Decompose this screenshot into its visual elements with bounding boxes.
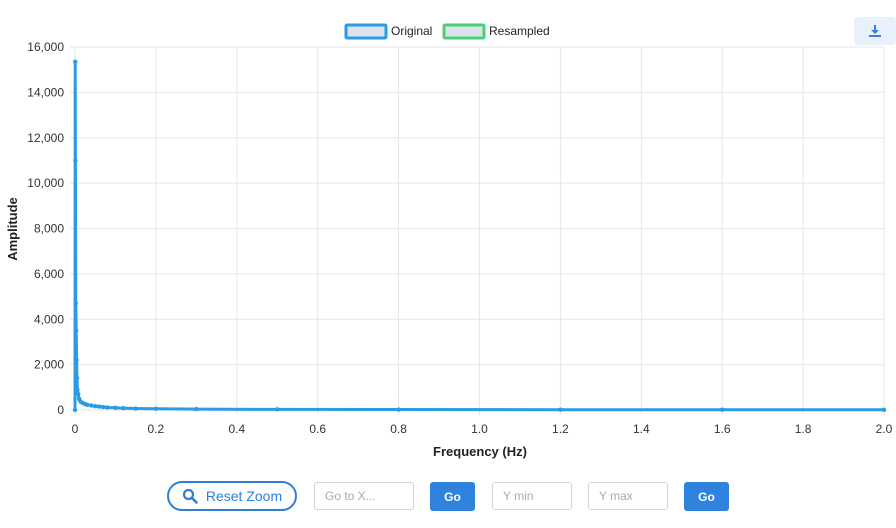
- go-x-button[interactable]: Go: [430, 482, 475, 511]
- y-axis-label: Amplitude: [5, 197, 20, 261]
- x-tick-label: 1.6: [714, 422, 731, 436]
- legend: Original Resampled: [344, 23, 550, 40]
- data-point: [720, 407, 725, 412]
- y-tick-label: 4,000: [34, 312, 64, 326]
- y-min-input[interactable]: [492, 482, 572, 510]
- data-point: [396, 407, 401, 412]
- data-point: [84, 402, 90, 407]
- data-point: [153, 406, 159, 411]
- legend-label-resampled: Resampled: [489, 24, 550, 38]
- data-point: [113, 405, 118, 411]
- y-tick-label: 10,000: [27, 176, 64, 190]
- y-tick-label: 8,000: [34, 222, 64, 236]
- search-icon: [182, 488, 198, 504]
- data-point: [76, 391, 81, 397]
- data-point: [72, 407, 78, 413]
- x-tick-label: 1.8: [795, 422, 812, 436]
- go-y-button[interactable]: Go: [684, 482, 729, 511]
- x-tick-label: 0.6: [309, 422, 326, 436]
- goto-x-input[interactable]: [314, 482, 414, 510]
- y-tick-label: 14,000: [27, 85, 64, 99]
- download-icon: [869, 25, 881, 37]
- x-tick-label: 0.2: [148, 422, 165, 436]
- go-x-label: Go: [444, 489, 461, 504]
- x-tick-label: 0: [72, 422, 79, 436]
- data-point: [97, 404, 102, 409]
- data-point: [73, 59, 78, 64]
- data-point: [194, 406, 199, 412]
- x-tick-label: 0.4: [228, 422, 245, 436]
- legend-label-original: Original: [391, 24, 432, 38]
- data-point: [121, 405, 126, 411]
- axis-ticks: 0 0.2 0.4 0.6 0.8 1.0 1.2 1.4 1.6 1.8 2.0 0 2,000 4,0…: [27, 40, 892, 436]
- x-tick-label: 2.0: [876, 422, 893, 436]
- chart-controls: Reset Zoom Go Go: [0, 480, 896, 514]
- data-point: [74, 376, 80, 381]
- data-point: [133, 406, 138, 411]
- data-point: [93, 403, 98, 409]
- x-tick-label: 0.8: [390, 422, 407, 436]
- download-button[interactable]: [854, 17, 896, 45]
- data-point: [74, 357, 79, 363]
- go-y-label: Go: [698, 489, 715, 504]
- legend-swatch-original: [344, 23, 388, 40]
- data-point: [558, 407, 563, 412]
- y-tick-label: 2,000: [34, 358, 64, 372]
- reset-zoom-label: Reset Zoom: [205, 488, 283, 504]
- legend-swatch-resampled: [442, 23, 486, 40]
- y-tick-label: 16,000: [27, 40, 64, 54]
- data-point: [88, 403, 94, 408]
- data-point: [74, 328, 79, 333]
- x-tick-label: 1.4: [633, 422, 650, 436]
- grid: [70, 46, 885, 415]
- data-point: [275, 407, 280, 412]
- data-point: [105, 405, 110, 410]
- y-tick-label: 12,000: [27, 131, 64, 145]
- y-max-input[interactable]: [588, 482, 668, 510]
- data-point: [101, 404, 106, 410]
- reset-zoom-button[interactable]: Reset Zoom: [167, 481, 297, 511]
- data-point: [73, 158, 78, 163]
- y-tick-label: 6,000: [34, 267, 64, 281]
- x-tick-label: 1.0: [471, 422, 488, 436]
- y-tick-label: 0: [57, 403, 64, 417]
- data-point: [881, 407, 887, 412]
- data-point: [75, 387, 80, 392]
- chart: 0 0.2 0.4 0.6 0.8 1.0 1.2 1.4 1.6 1.8 2.0 0 2,000 4,0…: [5, 23, 893, 459]
- data-point: [73, 301, 79, 306]
- x-axis-label: Frequency (Hz): [433, 444, 527, 459]
- x-tick-label: 1.2: [552, 422, 569, 436]
